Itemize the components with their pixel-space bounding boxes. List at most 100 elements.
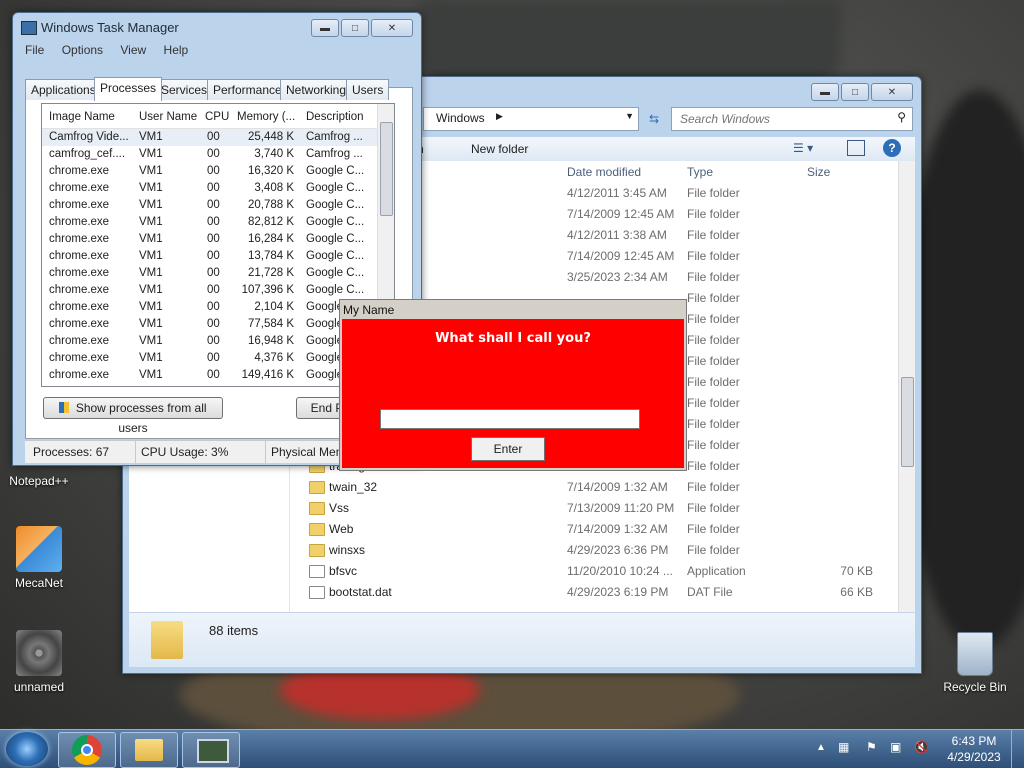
process-row[interactable]: chrome.exe VM1 00 149,416 K Google	[42, 367, 377, 384]
search-box[interactable]: ⚲	[671, 107, 913, 131]
process-row[interactable]: chrome.exe VM1 00 21,728 K Google C...	[42, 265, 377, 282]
tab-performance[interactable]: Performance	[207, 79, 288, 100]
process-memory: 3,408 K	[254, 182, 294, 194]
file-row[interactable]: winsxs 4/29/2023 6:36 PM File folder	[129, 540, 895, 561]
dialog-prompt: What shall I call you?	[435, 331, 591, 346]
process-memory: 4,376 K	[254, 352, 294, 364]
column-type[interactable]: Type	[687, 161, 713, 183]
chevron-down-icon[interactable]: ▼	[625, 111, 634, 121]
taskbar-chrome-button[interactable]	[58, 732, 116, 768]
minimize-icon[interactable]: ▬	[811, 83, 839, 101]
file-date: 4/29/2023 6:19 PM	[567, 585, 669, 599]
process-row[interactable]: chrome.exe VM1 00 20,788 K Google C...	[42, 197, 377, 214]
start-button[interactable]	[6, 732, 48, 766]
address-segment[interactable]: Windows	[436, 111, 485, 125]
file-type: File folder	[687, 228, 740, 242]
close-icon[interactable]: ✕	[371, 19, 413, 37]
action-center-icon[interactable]: ⚑	[866, 740, 877, 754]
process-row[interactable]: Camfrog Vide... VM1 00 25,448 K Camfrog ...	[42, 129, 377, 146]
process-row[interactable]: chrome.exe VM1 00 3,408 K Google C...	[42, 180, 377, 197]
tab-networking[interactable]: Networking	[280, 79, 353, 100]
desktop-icon-mecanet[interactable]: MecaNet	[4, 526, 74, 590]
file-icon	[309, 565, 325, 578]
process-row[interactable]: chrome.exe VM1 00 82,812 K Google C...	[42, 214, 377, 231]
process-row[interactable]: chrome.exe VM1 00 16,320 K Google C...	[42, 163, 377, 180]
tab-applications[interactable]: Applications	[25, 79, 102, 100]
maximize-icon[interactable]: □	[341, 19, 369, 37]
taskbar-explorer-button[interactable]	[120, 732, 178, 768]
refresh-icon[interactable]: ⇆	[643, 108, 665, 130]
minimize-icon[interactable]: ▬	[311, 19, 339, 37]
search-icon[interactable]: ⚲	[897, 110, 906, 124]
process-row[interactable]: chrome.exe VM1 00 107,396 K Google C...	[42, 282, 377, 299]
menu-file[interactable]: File	[25, 43, 44, 57]
file-name: bootstat.dat	[329, 585, 392, 599]
maximize-icon[interactable]: □	[841, 83, 869, 101]
task-manager-titlebar[interactable]: Windows Task Manager ▬ □ ✕	[13, 13, 421, 41]
col-memory[interactable]: Memory (...	[237, 111, 295, 123]
help-icon[interactable]: ?	[883, 139, 901, 157]
col-image-name[interactable]: Image Name	[49, 111, 115, 123]
process-description: Google C...	[306, 199, 365, 211]
preview-pane-icon[interactable]	[847, 140, 865, 156]
dialog-title[interactable]: My Name	[343, 303, 394, 317]
tab-services[interactable]: Services	[155, 79, 214, 100]
scrollbar-thumb[interactable]	[380, 122, 393, 216]
process-user-name: VM1	[139, 352, 163, 364]
scrollbar-thumb[interactable]	[901, 377, 914, 467]
process-cpu: 00	[207, 199, 220, 211]
file-row[interactable]: Web 7/14/2009 1:32 AM File folder	[129, 519, 895, 540]
menu-help[interactable]: Help	[164, 43, 189, 57]
address-bar[interactable]: Windows ▶ ▼	[423, 107, 639, 131]
show-all-processes-button[interactable]: Show processes from all users	[43, 397, 223, 435]
tab-processes[interactable]: Processes	[94, 77, 163, 101]
process-cpu: 00	[207, 318, 220, 330]
column-date-modified[interactable]: Date modified	[567, 161, 641, 183]
process-memory: 2,104 K	[254, 301, 294, 313]
view-options-icon[interactable]: ☰ ▾	[793, 141, 813, 155]
desktop-icon-notepadpp[interactable]: Notepad++	[4, 474, 74, 488]
enter-button[interactable]: Enter	[471, 437, 545, 461]
menu-view[interactable]: View	[120, 43, 146, 57]
show-hidden-icons-icon[interactable]: ▲	[816, 742, 826, 753]
menu-options[interactable]: Options	[62, 43, 103, 57]
process-image-name: chrome.exe	[49, 284, 110, 296]
vertical-scrollbar[interactable]	[898, 161, 915, 613]
desktop-icon-unnamed[interactable]: unnamed	[4, 630, 74, 694]
process-row[interactable]: chrome.exe VM1 00 2,104 K Google	[42, 299, 377, 316]
col-cpu[interactable]: CPU	[205, 111, 229, 123]
col-description[interactable]: Description	[306, 111, 364, 123]
search-input[interactable]	[678, 109, 892, 129]
file-row[interactable]: twain_32 7/14/2009 1:32 AM File folder	[129, 477, 895, 498]
network-icon[interactable]: ▦	[838, 740, 854, 756]
column-size[interactable]: Size	[807, 161, 830, 183]
process-row[interactable]: chrome.exe VM1 00 16,948 K Google	[42, 333, 377, 350]
process-description: Camfrog ...	[306, 131, 363, 143]
breadcrumb-arrow-icon[interactable]: ▶	[496, 111, 503, 122]
file-row[interactable]: Vss 7/13/2009 11:20 PM File folder	[129, 498, 895, 519]
mecanet-icon	[16, 526, 62, 572]
file-type: File folder	[687, 249, 740, 263]
chrome-icon	[72, 735, 102, 765]
file-row[interactable]: bootstat.dat 4/29/2023 6:19 PM DAT File 66 …	[129, 582, 895, 603]
show-desktop-button[interactable]	[1011, 730, 1024, 768]
volume-muted-icon[interactable]: 🔇	[914, 740, 929, 754]
new-folder-button[interactable]: New folder	[471, 142, 528, 156]
display-icon[interactable]: ▣	[890, 740, 901, 754]
process-row[interactable]: chrome.exe VM1 00 13,784 K Google C...	[42, 248, 377, 265]
process-user-name: VM1	[139, 182, 163, 194]
close-icon[interactable]: ✕	[871, 83, 913, 101]
tab-users[interactable]: Users	[346, 79, 390, 100]
unnamed-label: unnamed	[13, 680, 65, 694]
process-row[interactable]: chrome.exe VM1 00 16,284 K Google C...	[42, 231, 377, 248]
process-row[interactable]: camfrog_cef.... VM1 00 3,740 K Camfrog ...	[42, 146, 377, 163]
name-input[interactable]	[380, 409, 640, 429]
process-row[interactable]: chrome.exe VM1 00 4,376 K Google	[42, 350, 377, 367]
clock[interactable]: 6:43 PM 4/29/2023	[940, 733, 1008, 765]
col-user-name[interactable]: User Name	[139, 111, 197, 123]
taskbar-task-manager-button[interactable]	[182, 732, 240, 768]
process-row[interactable]: chrome.exe VM1 00 77,584 K Google	[42, 316, 377, 333]
desktop-icon-recycle-bin[interactable]: Recycle Bin	[940, 632, 1010, 694]
file-row[interactable]: bfsvc 11/20/2010 10:24 ... Application 70 K…	[129, 561, 895, 582]
recycle-bin-icon	[957, 632, 993, 676]
